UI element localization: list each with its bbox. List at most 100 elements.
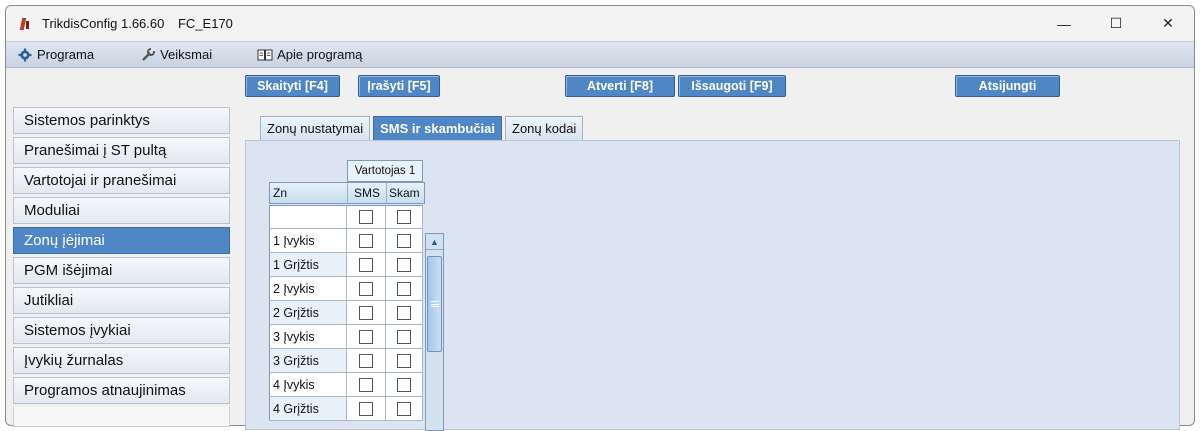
sms-checkbox[interactable] bbox=[359, 353, 373, 368]
sms-cell bbox=[347, 325, 386, 348]
call-checkbox[interactable] bbox=[397, 377, 411, 392]
sms-cell bbox=[347, 373, 386, 396]
call-checkbox[interactable] bbox=[397, 257, 411, 272]
sidebar-empty-area bbox=[13, 407, 230, 427]
sidebar-item-moduliai[interactable]: Moduliai bbox=[13, 197, 230, 224]
sidebar-item-sistemos-ivykiai[interactable]: Sistemos įvykiai bbox=[13, 317, 230, 344]
open-button[interactable]: Atverti [F8] bbox=[565, 75, 675, 97]
sidebar-item-ivykiu-zurnalas[interactable]: Įvykių žurnalas bbox=[13, 347, 230, 374]
window-title: TrikdisConfig 1.66.60 FC_E170 bbox=[42, 16, 243, 31]
call-cell bbox=[386, 373, 423, 396]
group-header-user: Vartotojas 1 bbox=[347, 160, 423, 182]
grip-icon bbox=[430, 301, 439, 307]
sms-cell bbox=[347, 397, 386, 420]
table-row: 1 Įvykis bbox=[269, 229, 423, 253]
table-row: 3 Įvykis bbox=[269, 325, 423, 349]
call-checkbox[interactable] bbox=[397, 210, 411, 224]
call-checkbox[interactable] bbox=[397, 281, 411, 296]
app-name: TrikdisConfig 1.66.60 bbox=[42, 16, 165, 31]
row-label bbox=[269, 206, 347, 228]
sms-cell bbox=[347, 277, 386, 300]
table-row: 2 Įvykis bbox=[269, 277, 423, 301]
column-header-call: Skam bbox=[389, 186, 420, 200]
vertical-scrollbar[interactable]: ▲ bbox=[425, 233, 444, 431]
sms-cell bbox=[347, 253, 386, 276]
sidebar-item-pgm-isejimai[interactable]: PGM išėjimai bbox=[13, 257, 230, 284]
sms-cell bbox=[347, 349, 386, 372]
sms-checkbox[interactable] bbox=[359, 329, 373, 344]
minimize-button[interactable]: — bbox=[1038, 6, 1090, 41]
row-label: 3 Grįžtis bbox=[269, 349, 347, 372]
sms-cell bbox=[347, 301, 386, 324]
call-cell bbox=[386, 229, 423, 252]
table-row: 3 Grįžtis bbox=[269, 349, 423, 373]
table-row: 2 Grįžtis bbox=[269, 301, 423, 325]
row-label: 3 Įvykis bbox=[269, 325, 347, 348]
call-cell bbox=[386, 253, 423, 276]
sms-cell bbox=[347, 229, 386, 252]
sms-checkbox[interactable] bbox=[359, 401, 373, 416]
call-cell bbox=[386, 349, 423, 372]
tab-zonu-nustatymai[interactable]: Zonų nustatymai bbox=[260, 116, 371, 140]
sms-checkbox[interactable] bbox=[359, 377, 373, 392]
call-checkbox[interactable] bbox=[397, 305, 411, 320]
sms-checkbox[interactable] bbox=[359, 233, 373, 248]
tab-sms-ir-skambuciai[interactable]: SMS ir skambučiai bbox=[373, 116, 502, 140]
tab-zonu-kodai[interactable]: Zonų kodai bbox=[505, 116, 584, 140]
column-header-sms: SMS bbox=[348, 183, 387, 203]
table-row: 4 Grįžtis bbox=[269, 397, 423, 421]
menu-veiksmai-label: Veiksmai bbox=[160, 47, 213, 62]
row-label: 1 Grįžtis bbox=[269, 253, 347, 276]
menu-veiksmai[interactable]: Veiksmai bbox=[140, 46, 213, 63]
sidebar-item-pranesimai-st[interactable]: Pranešimai į ST pultą bbox=[13, 137, 230, 164]
sidebar-item-sistemos-parinktys[interactable]: Sistemos parinktys bbox=[13, 107, 230, 134]
call-checkbox[interactable] bbox=[397, 401, 411, 416]
menu-apie-label: Apie programą bbox=[277, 47, 363, 62]
sidebar-item-programos-atnaujinimas[interactable]: Programos atnaujinimas bbox=[13, 377, 230, 404]
call-checkbox[interactable] bbox=[397, 329, 411, 344]
device-name: FC_E170 bbox=[177, 16, 233, 31]
call-cell bbox=[386, 277, 423, 300]
scroll-thumb[interactable] bbox=[427, 256, 442, 352]
grid-rows: 1 Įvykis 1 Grįžtis 2 Įvykis 2 Grįžtis 3 Įvyk… bbox=[269, 205, 423, 421]
write-button[interactable]: Įrašyti [F5] bbox=[358, 75, 440, 97]
sms-checkbox[interactable] bbox=[359, 305, 373, 320]
table-row bbox=[269, 205, 423, 229]
table-row: 4 Įvykis bbox=[269, 373, 423, 397]
row-label: 1 Įvykis bbox=[269, 229, 347, 252]
menu-apie[interactable]: Apie programą bbox=[257, 47, 362, 63]
sidebar-item-jutikliai[interactable]: Jutikliai bbox=[13, 287, 230, 314]
menu-programa[interactable]: Programa bbox=[17, 47, 94, 63]
grid-header-row: Zn SMS Skam bbox=[269, 182, 425, 204]
sms-checkbox[interactable] bbox=[359, 257, 373, 272]
sms-checkbox[interactable] bbox=[359, 281, 373, 296]
call-checkbox[interactable] bbox=[397, 233, 411, 248]
table-row: 1 Grįžtis bbox=[269, 253, 423, 277]
app-logo-icon bbox=[18, 17, 32, 31]
call-cell bbox=[386, 301, 423, 324]
tab-bar: Zonų nustatymai SMS ir skambučiai Zonų k… bbox=[260, 116, 586, 140]
call-cell bbox=[386, 397, 423, 420]
save-button[interactable]: Išsaugoti [F9] bbox=[678, 75, 786, 97]
book-icon bbox=[257, 47, 273, 63]
menu-programa-label: Programa bbox=[37, 47, 95, 62]
call-cell bbox=[386, 325, 423, 348]
menu-bar: Programa Veiksmai Apie programą bbox=[6, 41, 1194, 68]
call-checkbox[interactable] bbox=[397, 353, 411, 368]
sms-checkbox[interactable] bbox=[359, 210, 373, 224]
column-header-zone: Zn bbox=[270, 183, 348, 203]
call-cell bbox=[386, 206, 423, 228]
sidebar: Sistemos parinktys Pranešimai į ST pultą… bbox=[13, 107, 230, 427]
row-label: 2 Įvykis bbox=[269, 277, 347, 300]
maximize-button[interactable]: ☐ bbox=[1090, 6, 1142, 41]
read-button[interactable]: Skaityti [F4] bbox=[245, 75, 340, 97]
sidebar-item-zonu-iejimai[interactable]: Zonų įėjimai bbox=[13, 227, 230, 254]
scroll-up-icon[interactable]: ▲ bbox=[426, 234, 443, 250]
close-button[interactable]: ✕ bbox=[1142, 6, 1194, 41]
sidebar-item-vartotojai[interactable]: Vartotojai ir pranešimai bbox=[13, 167, 230, 194]
row-label: 4 Įvykis bbox=[269, 373, 347, 396]
title-bar: TrikdisConfig 1.66.60 FC_E170 — ☐ ✕ bbox=[6, 6, 1194, 41]
disconnect-button[interactable]: Atsijungti bbox=[955, 75, 1060, 97]
sms-cell bbox=[347, 206, 386, 228]
gear-icon bbox=[17, 47, 33, 63]
